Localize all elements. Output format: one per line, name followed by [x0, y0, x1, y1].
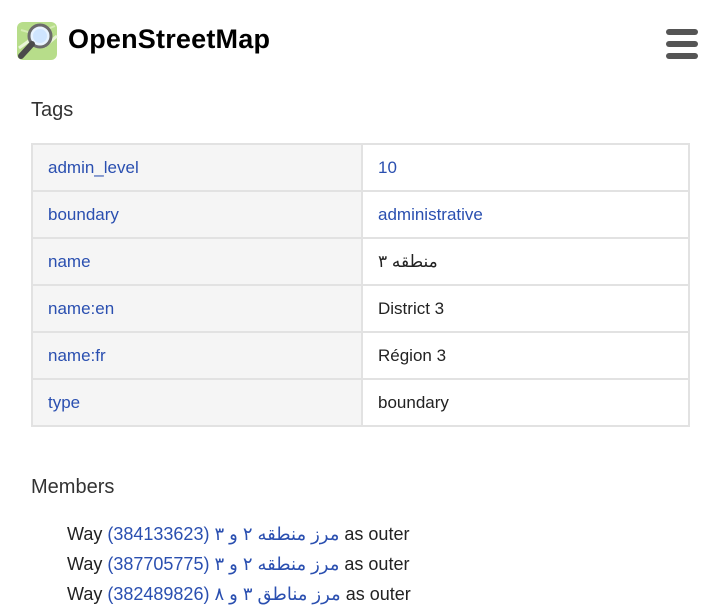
tag-row: name:en District 3: [31, 284, 690, 333]
member-role: as outer: [344, 524, 410, 544]
tag-row: boundary administrative: [31, 190, 690, 239]
tag-key[interactable]: name: [31, 237, 363, 286]
magnifier-map-logo[interactable]: [15, 18, 61, 64]
tag-row: type boundary: [31, 378, 690, 427]
tag-key[interactable]: boundary: [31, 190, 363, 239]
tag-value: boundary: [361, 378, 690, 427]
tag-value[interactable]: 10: [361, 143, 690, 192]
member-role: as outer: [344, 554, 410, 574]
tag-value: منطقه ۳: [361, 237, 690, 286]
tag-value: District 3: [361, 284, 690, 333]
tag-key[interactable]: name:fr: [31, 331, 363, 380]
site-header: OpenStreetMap: [0, 0, 720, 84]
members-heading: Members: [31, 476, 115, 498]
member-type: Way: [67, 584, 103, 604]
tag-key[interactable]: type: [31, 378, 363, 427]
members-list: Way مرز منطقه ۲ و ۳ (384133623) as outer…: [67, 521, 411, 611]
member-link[interactable]: مرز مناطق ۳ و ۸ (382489826): [107, 584, 340, 604]
member-type: Way: [67, 524, 103, 544]
member-item: Way مرز منطقه ۲ و ۳ (384133623) as outer: [67, 521, 411, 551]
member-link[interactable]: مرز منطقه ۲ و ۳ (384133623): [107, 524, 339, 544]
tag-row: admin_level 10: [31, 143, 690, 192]
member-item: Way مرز منطقه ۲ و ۳ (387705775) as outer: [67, 551, 411, 581]
tag-key[interactable]: admin_level: [31, 143, 363, 192]
tags-heading: Tags: [31, 99, 74, 121]
tag-key[interactable]: name:en: [31, 284, 363, 333]
tag-row: name:fr Région 3: [31, 331, 690, 380]
hamburger-menu-icon[interactable]: [666, 29, 698, 59]
tag-row: name منطقه ۳: [31, 237, 690, 286]
member-role: as outer: [345, 584, 411, 604]
site-brand[interactable]: OpenStreetMap: [68, 24, 270, 55]
tag-value: Région 3: [361, 331, 690, 380]
tags-table: admin_level 10 boundary administrative n…: [31, 143, 690, 427]
tag-value[interactable]: administrative: [361, 190, 690, 239]
member-link[interactable]: مرز منطقه ۲ و ۳ (387705775): [107, 554, 339, 574]
member-item: Way مرز مناطق ۳ و ۸ (382489826) as outer: [67, 581, 411, 611]
member-type: Way: [67, 554, 103, 574]
